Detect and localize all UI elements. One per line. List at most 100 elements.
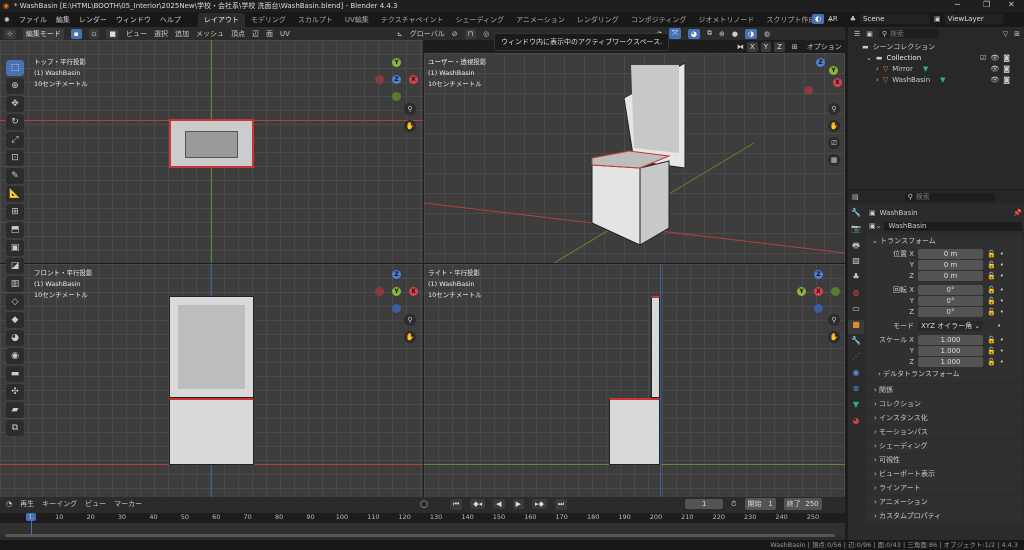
pan-hand-icon[interactable]: ✋ <box>404 120 416 132</box>
viewport-user-perspective[interactable]: ユーザー・透視投影 (1) WashBasin 10センチメートル Z X Y … <box>424 53 845 263</box>
properties-search[interactable]: ⚲ 検索 <box>904 192 995 202</box>
face-select-icon[interactable]: ■ <box>106 28 119 39</box>
zoom-icon[interactable]: ⚲ <box>404 103 416 115</box>
lock-icon[interactable]: 🔓 <box>987 250 996 258</box>
mirror-x-toggle[interactable]: X <box>747 42 758 52</box>
end-frame-field[interactable]: 終了 250 <box>783 498 822 510</box>
zoom-icon[interactable]: ⚲ <box>828 103 840 115</box>
navigation-gizmo[interactable]: Z Y X <box>797 270 841 314</box>
chevron-right-icon[interactable]: › <box>876 75 879 86</box>
play-reverse-icon[interactable]: ◀ <box>493 499 505 509</box>
material-tab-icon[interactable]: ◕ <box>848 416 864 430</box>
particles-tab-icon[interactable]: ⋰ <box>848 352 864 366</box>
snap-icon[interactable]: ⊓ <box>464 28 477 39</box>
cursor-icon[interactable]: ⊕ <box>6 78 24 94</box>
jump-start-icon[interactable]: ⏮ <box>449 498 463 510</box>
menu-marker[interactable]: マーカー <box>114 499 142 509</box>
location-y-field[interactable]: 0 m <box>918 260 983 270</box>
tab-shading[interactable]: シェーディング <box>450 13 511 27</box>
scene-selector[interactable]: Scene <box>860 14 931 24</box>
proportional-edit-icon[interactable]: ◎ <box>483 30 489 38</box>
shading-rendered-icon[interactable]: ◍ <box>764 30 770 38</box>
projection-toggle-icon[interactable]: ▦ <box>828 154 840 166</box>
location-x-field[interactable]: 0 m <box>918 249 983 259</box>
view-layer-selector[interactable]: ViewLayer <box>944 14 1003 24</box>
chevron-down-icon[interactable]: ⌄ <box>866 53 872 64</box>
transform-panel-header[interactable]: ⌄ トランスフォーム <box>866 235 1022 248</box>
eye-icon[interactable]: 👁 <box>990 53 999 64</box>
menu-select[interactable]: 選択 <box>154 29 168 39</box>
poly-build-icon[interactable]: ◆ <box>6 312 24 328</box>
world-tab-icon[interactable]: ◍ <box>848 288 864 302</box>
frame-ruler[interactable]: 1102030405060708090100110120130140150160… <box>0 513 845 523</box>
output-tab-icon[interactable]: 🖶 <box>848 240 864 254</box>
navigation-gizmo[interactable]: Z X Y <box>375 270 419 314</box>
tab-compositing[interactable]: コンポジティング <box>625 13 693 27</box>
jump-end-icon[interactable]: ⏭ <box>554 498 568 510</box>
next-keyframe-icon[interactable]: ▸◆ <box>531 499 547 509</box>
panel-shading[interactable]: › シェーディング <box>866 440 1022 453</box>
panel-animation[interactable]: › アニメーション <box>866 496 1022 509</box>
menu-view[interactable]: ビュー <box>126 29 147 39</box>
smooth-icon[interactable]: ◉ <box>6 348 24 364</box>
menu-add[interactable]: 追加 <box>175 29 189 39</box>
physics-tab-icon[interactable]: ◉ <box>848 368 864 382</box>
horizontal-scrollbar[interactable] <box>5 534 835 537</box>
modifier-tab-icon[interactable]: 🔧 <box>848 336 864 350</box>
menu-help[interactable]: ヘルプ <box>160 15 181 25</box>
view-layer-tab-icon[interactable]: ▨ <box>848 256 864 270</box>
prev-keyframe-icon[interactable]: ◆◂ <box>470 499 486 509</box>
keyframe-dot-icon[interactable]: • <box>1000 336 1004 344</box>
keyframe-dot-icon[interactable]: • <box>1000 308 1004 316</box>
current-frame-field[interactable]: 1 <box>685 499 724 509</box>
camera-icon[interactable]: ◙ <box>1003 64 1010 75</box>
maximize-button[interactable]: ❐ <box>983 0 990 9</box>
inset-icon[interactable]: ▣ <box>6 240 24 256</box>
mode-selector[interactable]: 編集モード <box>22 27 64 40</box>
pan-hand-icon[interactable]: ✋ <box>828 120 840 132</box>
loop-cut-icon[interactable]: ▥ <box>6 276 24 292</box>
tab-uv-editing[interactable]: UV編集 <box>339 13 375 27</box>
collection-item[interactable]: ⌄ ▬ Collection ☑ 👁 ◙ <box>862 53 1010 64</box>
rotation-z-field[interactable]: 0° <box>918 307 983 317</box>
tab-modeling[interactable]: モデリング <box>245 13 292 27</box>
zoom-icon[interactable]: ⚲ <box>828 314 840 326</box>
annotate-icon[interactable]: ✎ <box>6 168 24 184</box>
shading-solid-icon[interactable]: ● <box>732 30 738 38</box>
mirror-y-toggle[interactable]: Y <box>760 42 772 52</box>
panel-collections[interactable]: › コレクション <box>866 398 1022 411</box>
tool-tab-icon[interactable]: 🔧 <box>848 208 864 222</box>
new-collection-icon[interactable]: ⊞ <box>1014 30 1024 38</box>
scale-z-field[interactable]: 1.000 <box>918 357 983 367</box>
panel-instancing[interactable]: › インスタンス化 <box>866 412 1022 425</box>
menu-render[interactable]: レンダー <box>79 15 107 25</box>
rotate-icon[interactable]: ↻ <box>6 114 24 130</box>
navigation-gizmo[interactable]: Y X Z <box>375 58 419 102</box>
lock-icon[interactable]: 🔓 <box>987 272 996 280</box>
ar-icon[interactable]: ◐ <box>812 14 825 24</box>
keyframe-dot-icon[interactable]: • <box>1000 286 1004 294</box>
move-icon[interactable]: ✥ <box>6 96 24 112</box>
scale-x-field[interactable]: 1.000 <box>918 335 983 345</box>
keyframe-dot-icon[interactable]: • <box>1000 297 1004 305</box>
eye-icon[interactable]: 👁 <box>990 64 999 75</box>
display-mode-icon[interactable]: ☰ <box>854 30 860 38</box>
panel-motion-paths[interactable]: › モーションパス <box>866 426 1022 439</box>
viewport-front[interactable]: フロント・平行投影 (1) WashBasin 10センチメートル Z X Y … <box>0 264 423 497</box>
editor-type-icon[interactable]: ⊹ <box>4 28 16 39</box>
select-box-icon[interactable]: ⬚ <box>6 60 24 76</box>
menu-window[interactable]: ウィンドウ <box>116 15 151 25</box>
lock-icon[interactable]: 🔓 <box>987 261 996 269</box>
rotation-x-field[interactable]: 0° <box>918 285 983 295</box>
extrude-icon[interactable]: ⬒ <box>6 222 24 238</box>
mirror-z-toggle[interactable]: Z <box>774 42 785 52</box>
menu-edge[interactable]: 辺 <box>252 29 259 39</box>
shading-wireframe-icon[interactable]: ⊕ <box>719 30 725 38</box>
measure-icon[interactable]: 📐 <box>6 186 24 202</box>
menu-edit[interactable]: 編集 <box>56 15 70 25</box>
pan-hand-icon[interactable]: ✋ <box>828 331 840 343</box>
navigation-gizmo[interactable]: Z X Y <box>799 58 843 102</box>
data-tab-icon[interactable]: ▼ <box>848 400 864 414</box>
filter-icon[interactable]: ▽ <box>1003 30 1008 38</box>
transform-icon[interactable]: ⊡ <box>6 150 24 166</box>
